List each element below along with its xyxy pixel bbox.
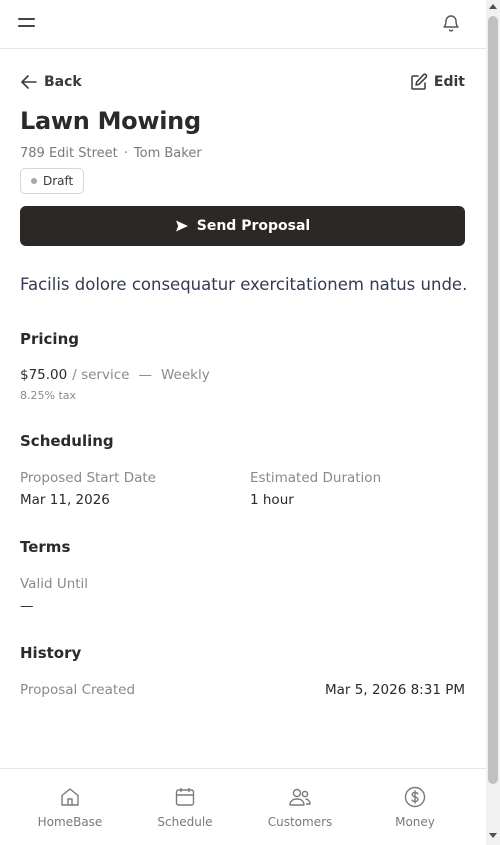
scroll-down-arrow[interactable] [489,833,497,838]
pricing-heading: Pricing [20,330,79,348]
page-title: Lawn Mowing [20,107,201,135]
nav-item-homebase[interactable]: HomeBase [20,769,120,845]
hamburger-icon[interactable] [18,16,35,30]
scrollbar[interactable] [486,0,500,845]
bell-icon[interactable] [441,13,461,33]
address-text: 789 Edit Street [20,146,118,161]
nav-item-customers[interactable]: Customers [250,769,350,845]
price-line: $75.00 / service — Weekly [20,367,210,383]
start-date-value: Mar 11, 2026 [20,492,110,508]
bottom-nav: HomeBase Schedule Customers Money [0,768,486,845]
app-root: Back Edit Lawn Mowing 789 Edit Street · … [0,0,500,845]
scroll-up-arrow[interactable] [489,4,497,9]
nav-label-homebase: HomeBase [37,815,103,829]
edit-icon [411,73,428,90]
customer-name: Tom Baker [133,146,202,161]
price-frequency: Weekly [160,367,210,383]
status-dot-icon [31,178,37,184]
action-row: Back Edit [20,72,465,92]
nav-label-money: Money [395,815,435,829]
price-unit: / service [72,367,130,383]
back-label: Back [44,74,82,90]
history-event-label: Proposal Created [20,682,136,698]
scroll-thumb[interactable] [488,16,498,784]
history-event-time: Mar 5, 2026 8:31 PM [325,682,465,698]
valid-until-label: Valid Until [20,576,89,592]
start-date-label: Proposed Start Date [20,470,156,486]
send-icon [175,220,188,232]
calendar-icon [175,788,195,806]
nav-item-schedule[interactable]: Schedule [135,769,235,845]
arrow-left-icon [21,75,37,89]
status-label: Draft [43,174,74,188]
valid-until-value: — [20,598,34,614]
nav-label-schedule: Schedule [157,815,213,829]
send-proposal-button[interactable]: Send Proposal [20,206,465,246]
nav-label-customers: Customers [267,815,333,829]
terms-heading: Terms [20,538,71,556]
top-bar [0,0,486,49]
proposal-description: Facilis dolore consequatur exercitatione… [20,275,468,294]
edit-label: Edit [433,74,465,90]
duration-value: 1 hour [250,492,294,508]
dollar-icon [404,786,426,808]
proposal-subtitle: 789 Edit Street · Tom Baker [20,146,202,161]
history-heading: History [20,644,82,662]
scheduling-heading: Scheduling [20,432,114,450]
send-proposal-label: Send Proposal [196,218,311,234]
nav-item-money[interactable]: Money [365,769,465,845]
price-dash: — [138,367,152,383]
price-value: $75.00 [20,367,68,383]
edit-button[interactable]: Edit [410,72,465,92]
tax-rate: 8.25% tax [20,389,77,402]
duration-label: Estimated Duration [250,470,382,486]
status-badge: Draft [20,168,85,194]
separator-dot: · [123,146,128,161]
back-button[interactable]: Back [20,72,82,92]
home-icon [61,788,79,806]
users-icon [289,788,311,806]
